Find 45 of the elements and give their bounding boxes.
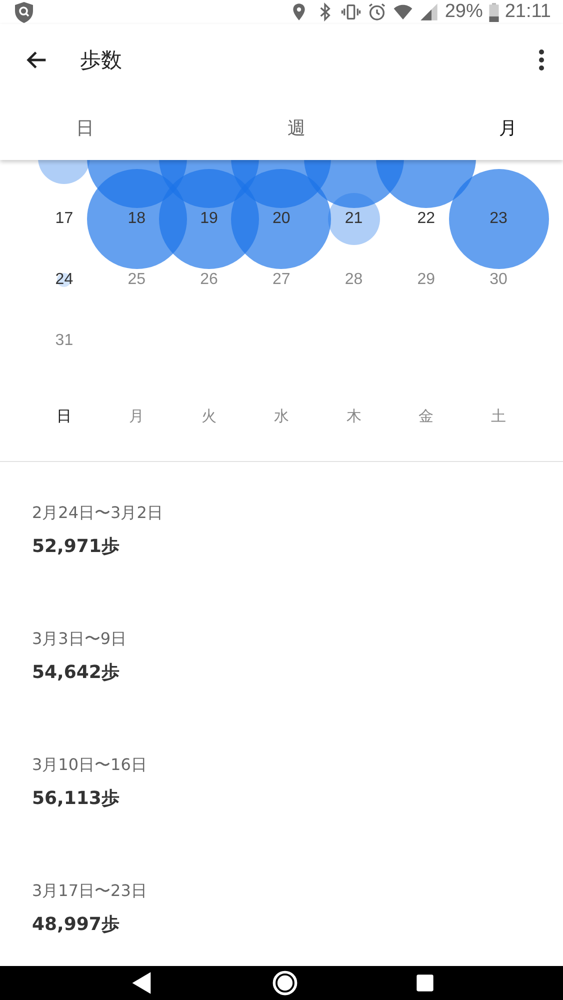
calendar-day[interactable]: 24 bbox=[55, 270, 74, 288]
week-steps: 48,997歩 bbox=[32, 912, 120, 936]
weekday-label: 金 bbox=[418, 406, 435, 426]
more-menu-icon[interactable] bbox=[538, 48, 545, 72]
calendar-day[interactable]: 28 bbox=[344, 270, 363, 288]
weekday-label: 土 bbox=[490, 406, 508, 426]
calendar-day[interactable]: 30 bbox=[490, 270, 508, 288]
screen-title: 歩数 bbox=[80, 47, 123, 74]
calendar-day[interactable]: 31 bbox=[55, 332, 74, 350]
vibrate-icon bbox=[340, 2, 361, 22]
calendar-day[interactable]: 20 bbox=[272, 210, 290, 228]
clock-time: 21:11 bbox=[504, 1, 551, 23]
tab[interactable]: 月 bbox=[493, 96, 523, 160]
calendar-day[interactable]: 18 bbox=[128, 210, 146, 228]
calendar-day[interactable]: 27 bbox=[272, 270, 290, 288]
weekday-label: 火 bbox=[200, 406, 218, 426]
signal-icon bbox=[418, 2, 439, 22]
week-steps: 56,113歩 bbox=[32, 786, 120, 810]
calendar-day[interactable]: 19 bbox=[200, 210, 218, 228]
alarm-icon bbox=[366, 2, 387, 22]
weekday-label: 日 bbox=[56, 406, 73, 426]
week-range: 3月3日〜9日 bbox=[32, 628, 127, 650]
calendar-day[interactable]: 26 bbox=[200, 270, 218, 288]
wifi-icon bbox=[392, 2, 413, 22]
calendar-day[interactable]: 23 bbox=[490, 210, 508, 228]
calendar-day[interactable]: 25 bbox=[128, 270, 146, 288]
calendar-day[interactable]: 29 bbox=[417, 270, 436, 288]
week-range: 3月10日〜16日 bbox=[32, 754, 147, 776]
week-range: 2月24日〜3月2日 bbox=[32, 502, 163, 524]
week-steps: 52,971歩 bbox=[32, 534, 120, 558]
tab[interactable]: 日 bbox=[70, 96, 100, 160]
step-bubble bbox=[57, 272, 72, 286]
calendar-day[interactable]: 21 bbox=[344, 210, 363, 228]
recents-nav-icon[interactable] bbox=[414, 973, 434, 993]
week-steps: 54,642歩 bbox=[32, 660, 120, 684]
weekday-label: 木 bbox=[345, 406, 362, 426]
calendar-day[interactable]: 22 bbox=[417, 210, 436, 228]
week-range: 3月17日〜23日 bbox=[32, 880, 147, 902]
battery-icon bbox=[488, 2, 499, 22]
battery-percent: 29% bbox=[444, 1, 483, 23]
weekday-label: 水 bbox=[272, 406, 290, 426]
calendar-day[interactable]: 17 bbox=[55, 210, 74, 228]
weekday-label: 月 bbox=[128, 406, 146, 426]
tab[interactable]: 週 bbox=[282, 96, 312, 160]
home-nav-icon[interactable] bbox=[272, 970, 298, 996]
